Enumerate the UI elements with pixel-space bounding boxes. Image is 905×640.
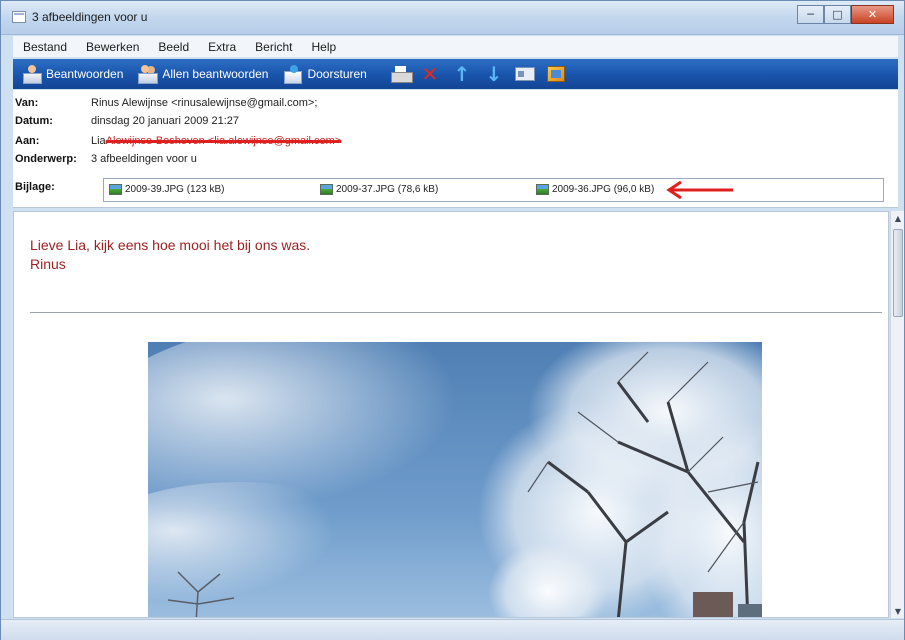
forward-label: Doorsturen [307,67,367,81]
subject-label: Onderwerp: [15,153,77,165]
date-label: Datum: [15,115,53,127]
vertical-scrollbar[interactable]: ▲ ▼ [890,211,904,618]
menu-bestand[interactable]: Bestand [13,40,76,54]
menu-bar: Bestand Bewerken Beeld Extra Bericht Hel… [13,36,898,58]
reply-all-label: Allen beantwoorden [162,67,269,81]
menu-beeld[interactable]: Beeld [148,40,198,54]
message-body: Lieve Lia, kijk eens hoe mooi het bij on… [13,211,889,618]
forward-icon [282,65,303,84]
previous-icon[interactable]: ↑ [451,63,473,85]
scroll-up-icon[interactable]: ▲ [891,211,905,225]
reply-label: Beantwoorden [46,67,124,81]
to-row: Aan: LiaAlewijnse-Boshoven <lia.alewijns… [13,135,341,151]
mail-window: 3 afbeeldingen voor u ─ □ ✕ Bestand Bewe… [0,0,905,640]
message-icon [12,11,26,23]
winter-photo [148,342,762,617]
reply-button[interactable]: Beantwoorden [21,62,123,86]
subject-value: 3 afbeeldingen voor u [91,153,197,165]
from-row: Van: Rinus Alewijnse <rinusalewijnse@gma… [13,97,317,113]
forward-button[interactable]: Doorsturen [282,62,367,86]
date-value: dinsdag 20 januari 2009 21:27 [91,115,240,127]
minimize-button[interactable]: ─ [797,5,824,24]
address-book-icon[interactable] [546,66,565,82]
toolbar: Beantwoorden Allen beantwoorden Doorstur… [13,59,898,89]
message-text: Lieve Lia, kijk eens hoe mooi het bij on… [30,236,310,274]
from-value[interactable]: Rinus Alewijnse <rinusalewijnse@gmail.co… [91,97,317,113]
attachment-label: 2009-36.JPG (96,0 kB) [552,184,655,195]
attachment-list: 2009-39.JPG (123 kB) 2009-37.JPG (78,6 k… [103,178,884,202]
from-label: Van: [15,97,39,109]
delete-icon[interactable]: ✕ [419,63,441,85]
message-headers: Van: Rinus Alewijnse <rinusalewijnse@gma… [13,90,898,208]
attachment-label: 2009-37.JPG (78,6 kB) [336,184,439,195]
menu-help[interactable]: Help [302,40,346,54]
attachment-item[interactable]: 2009-36.JPG (96,0 kB) [536,184,654,195]
attachment-label: 2009-39.JPG (123 kB) [125,184,225,195]
image-file-icon [109,184,122,195]
attachment-item[interactable]: 2009-39.JPG (123 kB) [109,184,225,195]
close-button[interactable]: ✕ [851,5,894,24]
reply-icon [21,65,42,84]
scroll-down-icon[interactable]: ▼ [891,604,905,618]
menu-extra[interactable]: Extra [198,40,245,54]
to-label: Aan: [15,135,40,147]
subject-row: Onderwerp: 3 afbeeldingen voor u [13,153,197,169]
message-line: Lieve Lia, kijk eens hoe mooi het bij on… [30,237,311,253]
image-file-icon [536,184,549,195]
attach-label: Bijlage: [15,181,55,193]
window-controls: ─ □ ✕ [797,5,894,24]
image-file-icon [320,184,333,195]
reply-all-button[interactable]: Allen beantwoorden [137,62,268,86]
attach-row: Bijlage: [13,181,91,197]
maximize-button[interactable]: □ [824,5,851,24]
next-icon[interactable]: ↓ [483,63,505,85]
reply-all-icon [137,65,159,84]
contacts-icon[interactable] [514,67,535,81]
print-icon[interactable] [390,66,413,83]
scroll-thumb[interactable] [893,229,903,317]
message-signature: Rinus [30,256,66,272]
red-arrow-annotation [666,181,733,199]
attachment-item[interactable]: 2009-37.JPG (78,6 kB) [320,184,438,195]
to-name[interactable]: Lia [91,135,106,147]
to-redacted: Alewijnse-Boshoven <lia.alewijnse@gmail.… [105,135,342,147]
horizontal-rule [30,312,882,313]
menu-bericht[interactable]: Bericht [245,40,301,54]
date-row: Datum: dinsdag 20 januari 2009 21:27 [13,115,239,131]
title-bar: 3 afbeeldingen voor u ─ □ ✕ [1,1,904,35]
window-title: 3 afbeeldingen voor u [32,10,148,24]
status-bar [1,619,904,640]
menu-bewerken[interactable]: Bewerken [76,40,148,54]
